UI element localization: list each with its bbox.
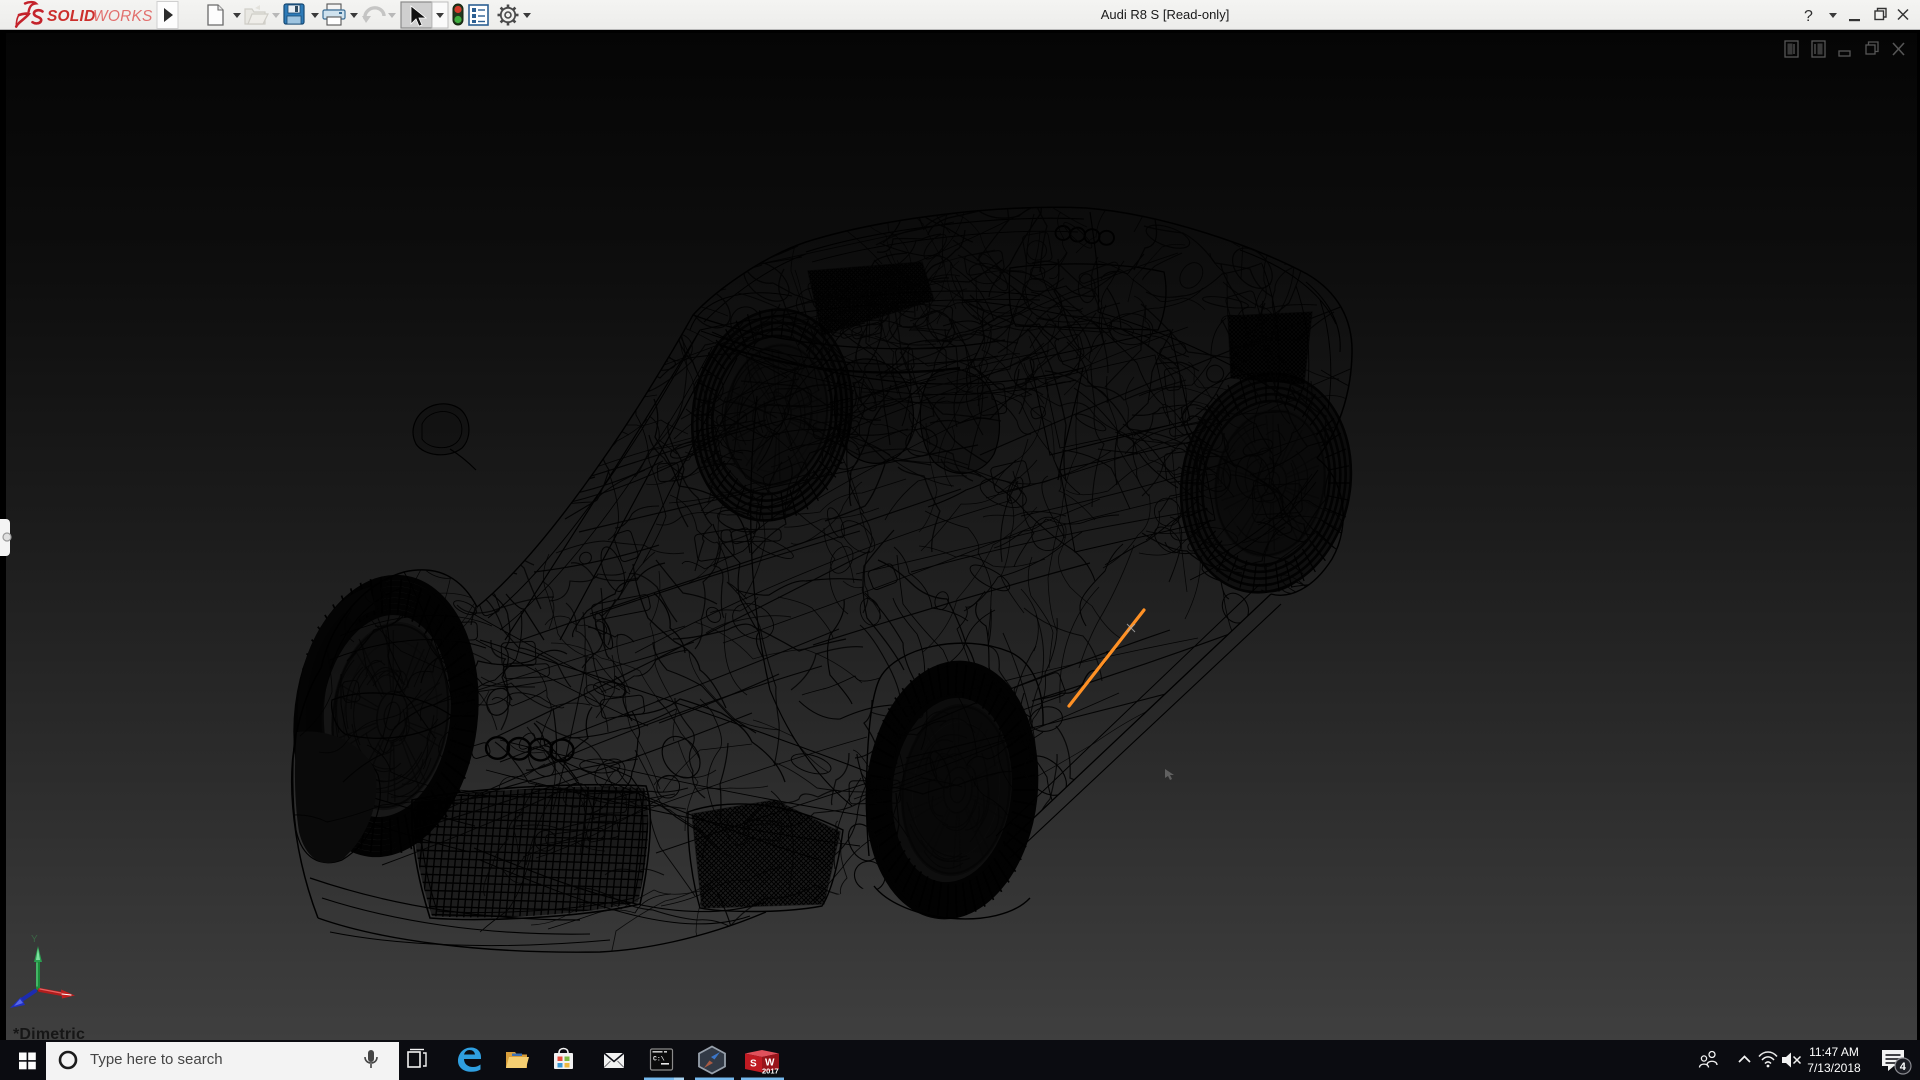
svg-text:?: ? (1804, 8, 1813, 25)
svg-text:Y: Y (31, 934, 38, 945)
svg-text:S: S (750, 1059, 757, 1070)
svg-text:WORKS: WORKS (93, 8, 153, 25)
svg-text:C:\: C:\ (653, 1056, 665, 1063)
svg-text:4: 4 (1900, 1061, 1907, 1073)
svg-text:2017: 2017 (762, 1067, 779, 1076)
svg-text:SOLID: SOLID (47, 8, 95, 25)
